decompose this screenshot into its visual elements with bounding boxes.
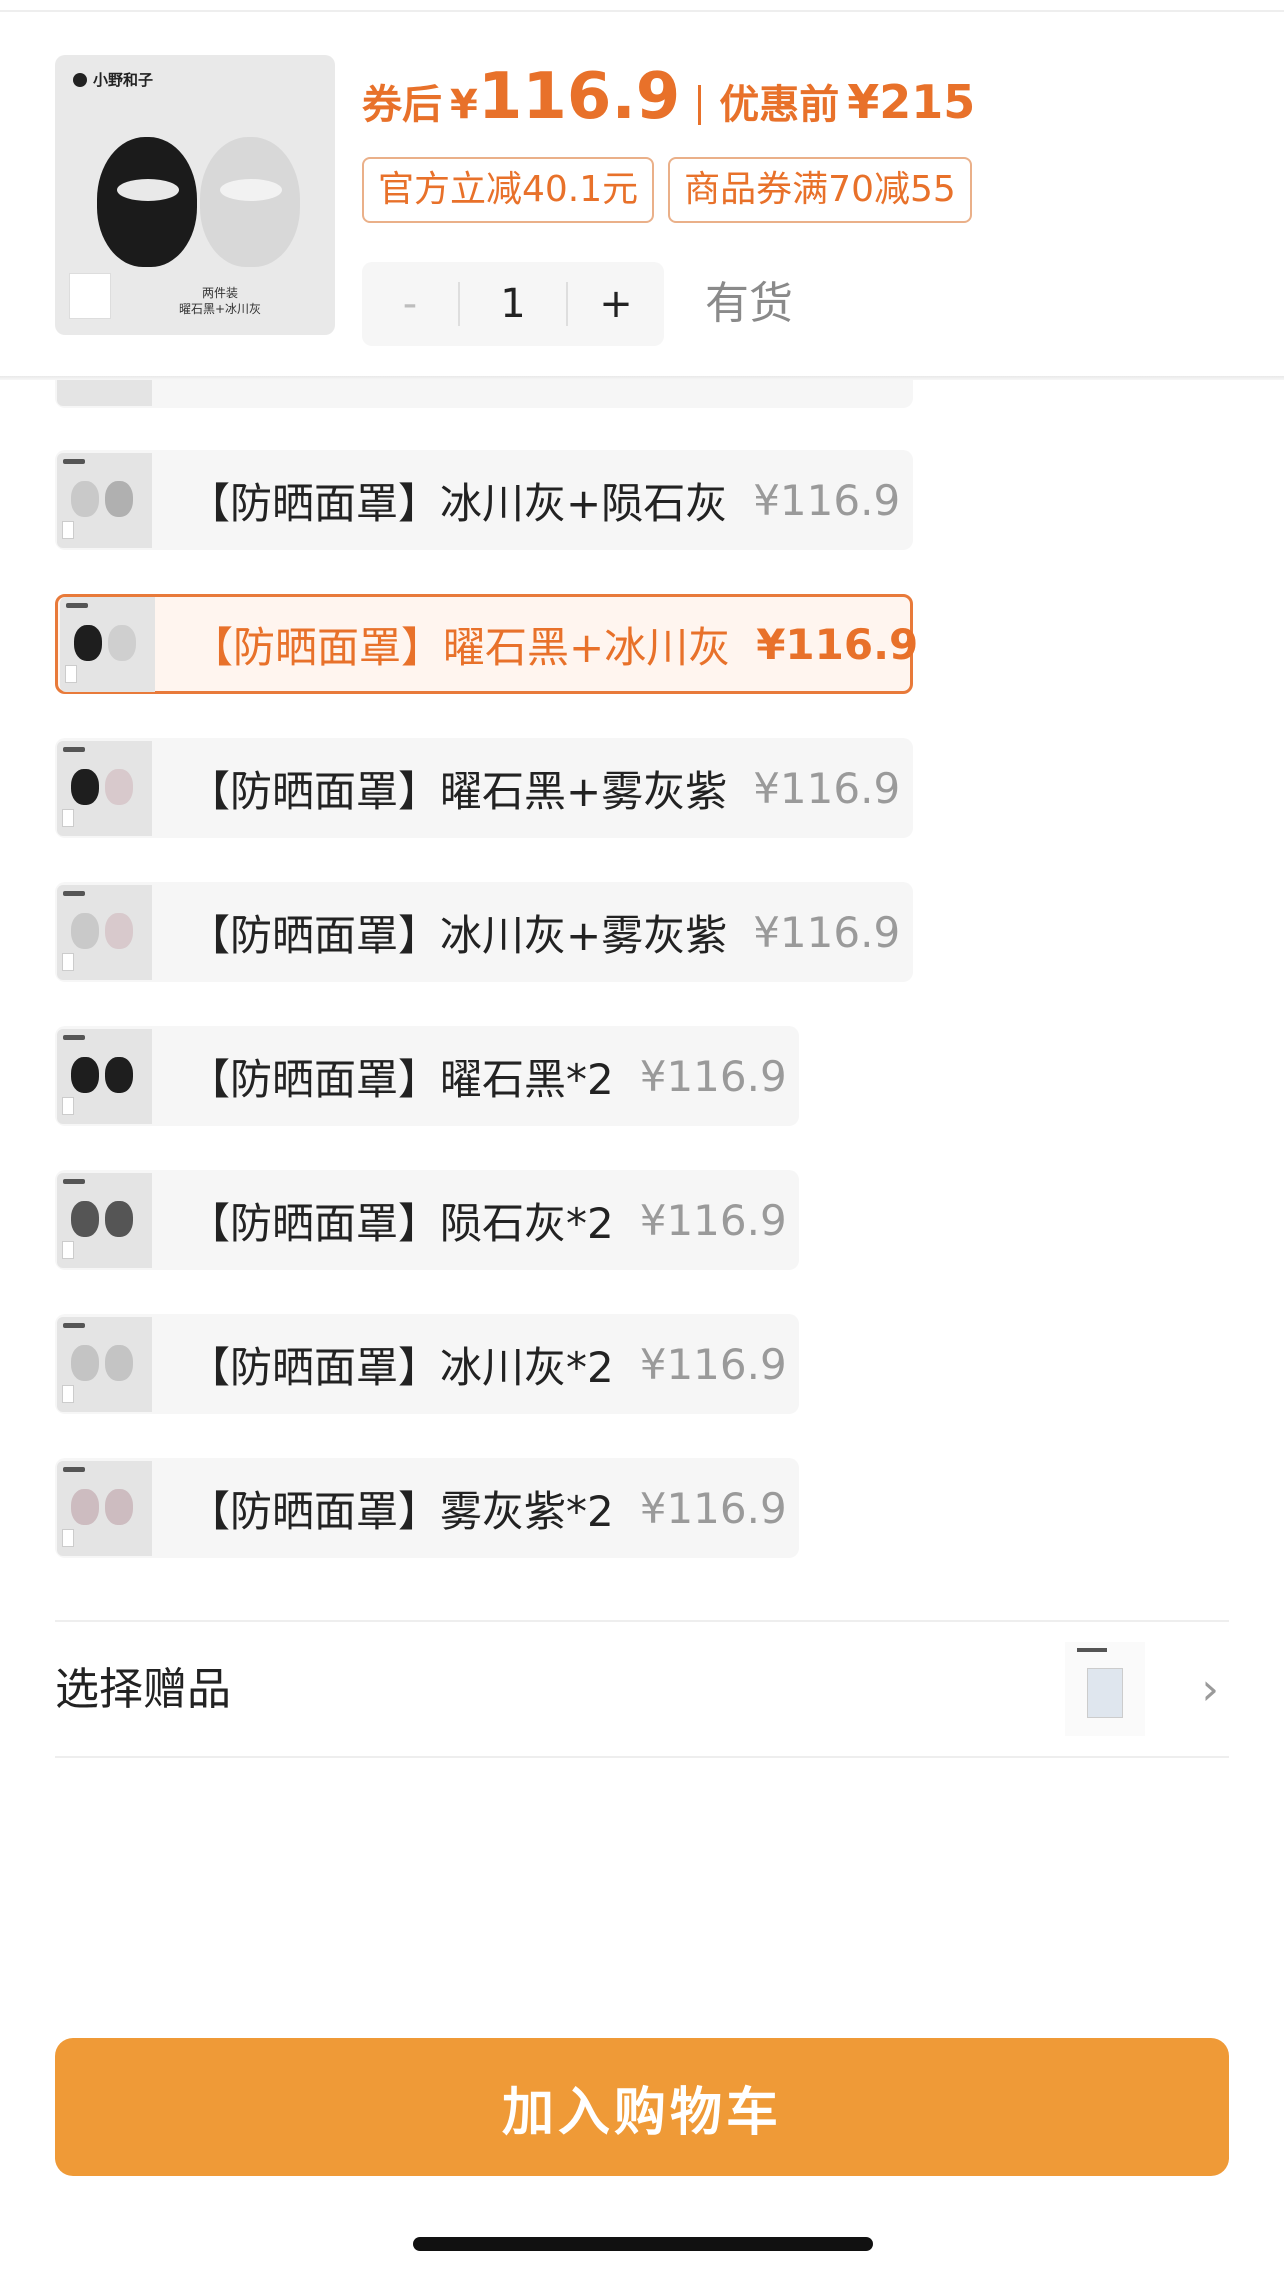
- product-image-caption: 两件装 曜石黑+冰川灰: [165, 285, 275, 317]
- mask-swatch: [105, 912, 133, 949]
- sku-option-price: ¥116.9: [756, 619, 919, 669]
- home-indicator: [413, 2237, 873, 2251]
- mask-swatch: [105, 1344, 133, 1381]
- mask-swatch: [105, 480, 133, 517]
- sku-option-thumbnail: [57, 1460, 152, 1556]
- sku-option-thumbnail: [57, 884, 152, 980]
- currency-symbol: ¥: [450, 82, 478, 128]
- stock-status: 有货: [705, 278, 793, 329]
- sku-option-price: ¥116.9: [753, 763, 901, 813]
- sku-option-price: ¥116.9: [639, 1051, 787, 1101]
- promo-tags: 官方立减40.1元 商品券满70减55: [362, 157, 972, 223]
- mask-swatch: [71, 912, 99, 949]
- mask-swatch: [105, 1488, 133, 1525]
- brand-logo-icon: [73, 72, 87, 87]
- mask-swatch: [105, 1056, 133, 1093]
- sku-option-label: 【防晒面罩】雾灰紫*2: [188, 1486, 614, 1536]
- sku-option-thumbnail: [57, 1172, 152, 1268]
- select-gift-row[interactable]: 选择赠品 ›: [55, 1622, 1229, 1756]
- mask-swatch: [71, 1344, 99, 1381]
- sku-option-label: 【防晒面罩】曜石黑+雾灰紫: [188, 766, 728, 816]
- promo-tag: 官方立减40.1元: [362, 157, 655, 223]
- sku-option[interactable]: 【防晒面罩】冰川灰+雾灰紫 ¥116.9: [55, 882, 913, 982]
- black-mask-image: [97, 137, 197, 267]
- price-divider: [698, 85, 702, 125]
- sku-option-label: 【防晒面罩】陨石灰*2: [188, 1198, 614, 1248]
- sku-option-thumbnail: [57, 1028, 152, 1124]
- brand-name: 小野和子: [93, 71, 154, 89]
- product-header: 小野和子 两件装 曜石黑+冰川灰 券后 ¥ 116.9 优惠前 ¥215 官方立…: [0, 12, 1284, 378]
- sku-option-thumbnail: [57, 740, 152, 836]
- after-coupon-price: 116.9: [477, 60, 681, 134]
- quantity-stepper: - 1 +: [362, 262, 664, 346]
- sku-option-thumbnail: [60, 596, 155, 692]
- sku-option[interactable]: 【防晒面罩】雾灰紫*2 ¥116.9: [55, 1458, 799, 1558]
- header-divider: [0, 376, 1284, 380]
- sku-option[interactable]: 【防晒面罩】陨石灰*2 ¥116.9: [55, 1170, 799, 1270]
- sku-option-label: 【防晒面罩】冰川灰+雾灰紫: [188, 910, 728, 960]
- caption-line1: 两件装: [201, 286, 238, 300]
- grey-mask-image: [200, 137, 300, 267]
- after-coupon-label: 券后: [362, 82, 442, 128]
- sku-option-price: ¥116.9: [639, 1483, 787, 1533]
- mask-swatch: [71, 480, 99, 517]
- sku-option-label: 【防晒面罩】曜石黑*2: [188, 1054, 614, 1104]
- add-to-cart-button[interactable]: 加入购物车: [55, 2038, 1229, 2176]
- caption-line2: 曜石黑+冰川灰: [178, 302, 262, 316]
- mask-swatch: [74, 624, 102, 661]
- sku-option-price: ¥116.9: [753, 907, 901, 957]
- sku-option-thumbnail: [57, 452, 152, 548]
- mask-swatch: [71, 1488, 99, 1525]
- increase-button[interactable]: +: [568, 262, 664, 346]
- before-discount-label: 优惠前: [719, 82, 840, 128]
- sku-option[interactable]: 【防晒面罩】冰川灰*2 ¥116.9: [55, 1314, 799, 1414]
- product-image[interactable]: 小野和子 两件装 曜石黑+冰川灰: [55, 55, 335, 335]
- mask-swatch: [105, 1200, 133, 1237]
- mask-swatch: [71, 768, 99, 805]
- mask-swatch: [71, 1200, 99, 1237]
- sku-option-price: ¥116.9: [753, 475, 901, 525]
- gift-divider-bottom: [55, 1756, 1229, 1758]
- sku-option[interactable]: 【防晒面罩】曜石黑+雾灰紫 ¥116.9: [55, 738, 913, 838]
- sku-option-label: 【防晒面罩】冰川灰*2: [188, 1342, 614, 1392]
- promo-tag: 商品券满70减55: [668, 157, 972, 223]
- mask-swatch: [105, 768, 133, 805]
- mask-swatch: [71, 1056, 99, 1093]
- sku-option-label: 【防晒面罩】曜石黑+冰川灰: [191, 622, 731, 672]
- sku-option-price: ¥116.9: [639, 1339, 787, 1389]
- decrease-button[interactable]: -: [362, 262, 458, 346]
- chevron-right-icon: ›: [1201, 1664, 1219, 1715]
- price-row: 券后 ¥ 116.9 优惠前 ¥215: [362, 60, 975, 150]
- select-gift-label: 选择赠品: [55, 1664, 231, 1715]
- sku-option-price: ¥116.9: [639, 1195, 787, 1245]
- gift-card-image: [69, 273, 111, 319]
- sku-option-thumbnail: [57, 1316, 152, 1412]
- sku-option[interactable]: 【防晒面罩】冰川灰+陨石灰 ¥116.9: [55, 450, 913, 550]
- sku-option[interactable]: 【防晒面罩】曜石黑*2 ¥116.9: [55, 1026, 799, 1126]
- gift-thumbnail: [1065, 1642, 1145, 1736]
- mask-swatch: [108, 624, 136, 661]
- before-discount-price: ¥215: [847, 75, 976, 129]
- quantity-value[interactable]: 1: [460, 262, 566, 346]
- brand-logo: 小野和子: [73, 69, 153, 90]
- sku-option-label: 【防晒面罩】冰川灰+陨石灰: [188, 478, 728, 528]
- sku-option[interactable]: 【防晒面罩】曜石黑+冰川灰 ¥116.9: [55, 594, 918, 694]
